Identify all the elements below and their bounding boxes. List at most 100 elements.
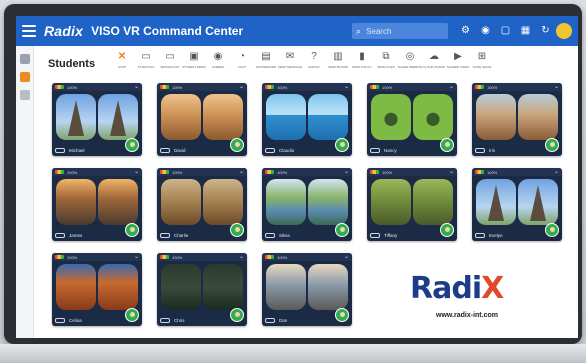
chevron-down-icon[interactable]: ⌄ (554, 83, 559, 91)
tool-send-files[interactable]: ⧉ SEND FILES (374, 50, 398, 69)
card-status-bar: 100% ⌄ (262, 168, 352, 176)
chevron-down-icon[interactable]: ⌄ (134, 83, 139, 91)
student-card[interactable]: 100% ⌄ David (157, 83, 247, 156)
refresh-icon[interactable]: ↻ (540, 24, 551, 38)
tool-chat[interactable]: ◔ CHAT (230, 50, 254, 69)
survey-icon: ? (311, 51, 317, 62)
student-card[interactable]: 100% ⌄ Claudio (262, 83, 352, 156)
chevron-down-icon[interactable]: ⌄ (449, 83, 454, 91)
vr-headset-icon (160, 232, 170, 238)
student-card[interactable]: 100% ⌄ Evelyn (472, 168, 562, 241)
vr-headset-icon (160, 147, 170, 153)
tool-label: BROADCAST (160, 65, 180, 69)
tool-shared-video[interactable]: ▶ SHARED VIDEO (446, 50, 470, 69)
tool-label: SHARE WEBSITE (397, 65, 423, 69)
tool-survey[interactable]: ? SURVEY (302, 50, 326, 69)
student-card[interactable]: 100% ⌄ Charlie (157, 168, 247, 241)
tool-stop[interactable]: ✕ STOP (110, 50, 134, 69)
student-avatar (335, 138, 349, 152)
left-eye-view (56, 179, 96, 225)
left-eye-view (266, 179, 306, 225)
student-card[interactable]: 100% ⌄ Tiffany (367, 168, 457, 241)
card-status-bar: 100% ⌄ (367, 83, 457, 91)
battery-icon (265, 255, 274, 259)
right-eye-view (203, 179, 243, 225)
chevron-down-icon[interactable]: ⌄ (239, 83, 244, 91)
broadcast-icon: ▭ (165, 51, 175, 62)
battery-level: 100% (487, 84, 498, 90)
user-avatar[interactable] (556, 23, 572, 39)
app-title: VISO VR Command Center (91, 24, 244, 38)
left-eye-view (371, 94, 411, 140)
vr-headset-icon (160, 317, 170, 323)
student-card[interactable]: 100% ⌄ Michael (52, 83, 142, 156)
tool-label: SHARED VIDEO (446, 65, 470, 69)
students-nav-icon[interactable] (19, 72, 30, 82)
tool-broadcast[interactable]: ▭ BROADCAST (158, 50, 182, 69)
page-title: Students (48, 58, 96, 70)
tool-share-website[interactable]: ◎ SHARE WEBSITE (397, 50, 423, 69)
tool-label: WHITEBOARD (255, 65, 277, 69)
monitor-frame: Radix VISO VR Command Center ⌕ Search ⚙ … (4, 4, 582, 344)
tool-slide-show[interactable]: ⊞ SLIDE SHOW (470, 50, 494, 69)
search-input[interactable]: ⌕ Search (352, 23, 448, 39)
left-eye-view (266, 264, 306, 310)
student-card[interactable]: 100% ⌄ Iris (472, 83, 562, 156)
tool-cloud-share[interactable]: ☁ CLOUD SHARE (422, 50, 446, 69)
tool-label: SEND BOARD (328, 65, 348, 69)
tool-send-board[interactable]: ▥ SEND BOARD (326, 50, 350, 69)
student-avatar (230, 223, 244, 237)
documents-nav-icon[interactable] (19, 90, 30, 100)
card-status-bar: 100% ⌄ (262, 253, 352, 261)
battery-icon (55, 170, 64, 174)
battery-level: 100% (382, 84, 393, 90)
grid-icon[interactable]: ▦ (520, 24, 531, 38)
chevron-down-icon[interactable]: ⌄ (134, 253, 139, 261)
chevron-down-icon[interactable]: ⌄ (344, 253, 349, 261)
student-card[interactable]: 100% ⌄ Silvia (262, 168, 352, 241)
battery-level: 100% (277, 254, 288, 260)
student-card[interactable]: 100% ⌄ James (52, 168, 142, 241)
chevron-down-icon[interactable]: ⌄ (239, 253, 244, 261)
battery-icon (265, 170, 274, 174)
window-icon[interactable]: ▢ (500, 24, 511, 38)
battery-icon (370, 170, 379, 174)
tool-student-demo[interactable]: ▣ STUDENT DEMO (182, 50, 206, 69)
student-card[interactable]: 100% ⌄ Chris (157, 253, 247, 326)
right-eye-view (98, 179, 138, 225)
hamburger-menu-icon[interactable] (22, 25, 36, 37)
tool-attention[interactable]: ▭ ATTENTION (134, 50, 158, 69)
top-icon-group: ⚙ ◉ ▢ ▦ ↻ ◍ (460, 24, 571, 38)
user-gear-icon[interactable]: ⚙ (460, 24, 471, 38)
slide-show-icon: ⊞ (477, 51, 487, 62)
student-avatar (125, 223, 139, 237)
settings-icon[interactable] (19, 54, 30, 64)
battery-level: 100% (172, 254, 183, 260)
tool-label: STOP (117, 65, 127, 69)
student-card[interactable]: 100% ⌄ Dan (262, 253, 352, 326)
student-avatar (545, 138, 559, 152)
tool-whiteboard[interactable]: ▤ WHITEBOARD (254, 50, 278, 69)
left-eye-view (266, 94, 306, 140)
vr-headset-icon (370, 147, 380, 153)
left-eye-view (476, 179, 516, 225)
tool-send-message[interactable]: ✉ SEND MESSAGE (278, 50, 302, 69)
chevron-down-icon[interactable]: ⌄ (449, 168, 454, 176)
eye-icon[interactable]: ◉ (480, 24, 491, 38)
chevron-down-icon[interactable]: ⌄ (344, 83, 349, 91)
chevron-down-icon[interactable]: ⌄ (344, 168, 349, 176)
tool-send-policy[interactable]: ▮ SEND POLICY (350, 50, 374, 69)
chevron-down-icon[interactable]: ⌄ (554, 168, 559, 176)
tool-camera[interactable]: ◉ CAMERA (206, 50, 230, 69)
chevron-down-icon[interactable]: ⌄ (134, 168, 139, 176)
student-avatar (230, 308, 244, 322)
cloud-share-icon: ☁ (429, 51, 439, 62)
action-toolbar: ✕ STOP ▭ ATTENTION ▭ BROADCAST ▣ STUDENT DEMO ◉ C… (110, 50, 494, 69)
student-name: Tiffany (384, 232, 398, 238)
chevron-down-icon[interactable]: ⌄ (239, 168, 244, 176)
student-card[interactable]: 100% ⌄ Nancy (367, 83, 457, 156)
vr-headset-icon (370, 232, 380, 238)
student-card[interactable]: 100% ⌄ Celina (52, 253, 142, 326)
radix-logo: RadiX (410, 271, 504, 306)
battery-level: 100% (277, 169, 288, 175)
